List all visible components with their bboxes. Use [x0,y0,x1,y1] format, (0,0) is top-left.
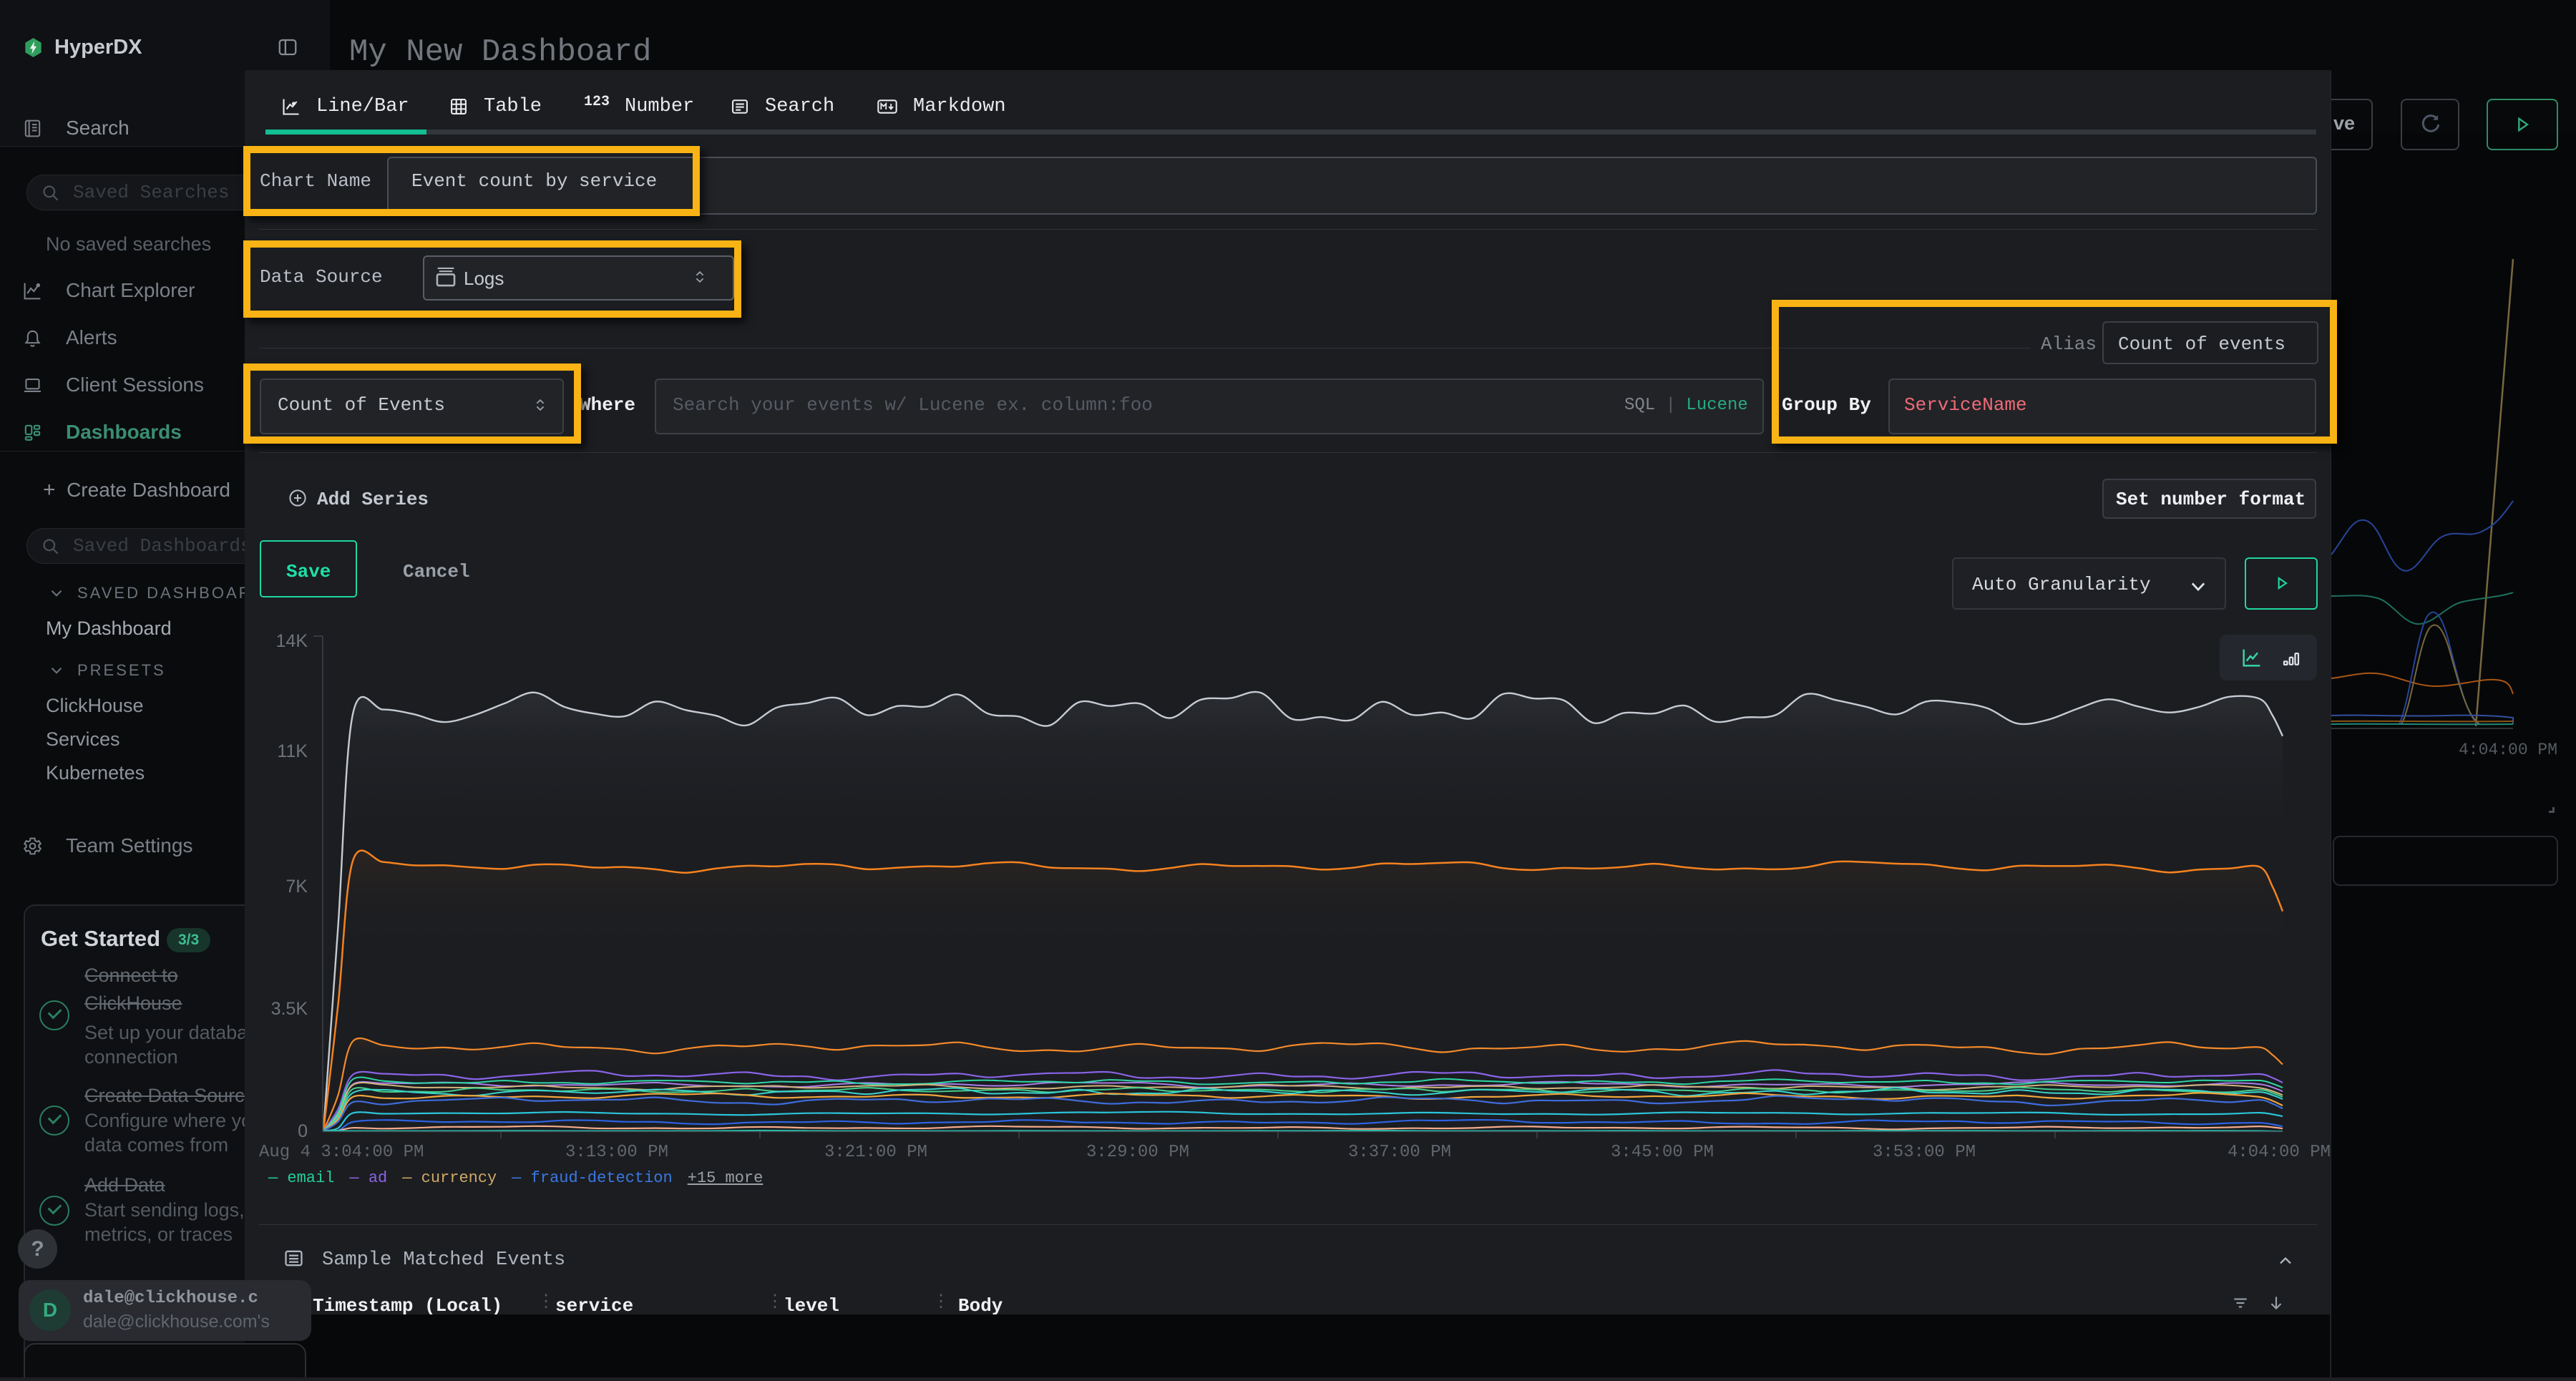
svg-text:7K: 7K [286,877,308,897]
svg-text:3:45:00 PM: 3:45:00 PM [1611,1143,1714,1162]
svg-text:4:04:00 PM: 4:04:00 PM [2228,1143,2331,1162]
svg-text:3:53:00 PM: 3:53:00 PM [1873,1143,1976,1162]
svg-text:4:04:00 PM: 4:04:00 PM [2459,741,2557,759]
svg-text:14K: 14K [276,631,308,651]
svg-text:11K: 11K [277,741,308,761]
svg-text:3:37:00 PM: 3:37:00 PM [1348,1143,1451,1162]
svg-text:3:13:00 PM: 3:13:00 PM [565,1143,668,1162]
svg-text:3:29:00 PM: 3:29:00 PM [1086,1143,1189,1162]
svg-text:3:21:00 PM: 3:21:00 PM [824,1143,927,1162]
svg-text:0: 0 [298,1121,308,1141]
svg-text:3.5K: 3.5K [271,999,308,1019]
svg-text:Aug 4 3:04:00 PM: Aug 4 3:04:00 PM [259,1143,424,1162]
